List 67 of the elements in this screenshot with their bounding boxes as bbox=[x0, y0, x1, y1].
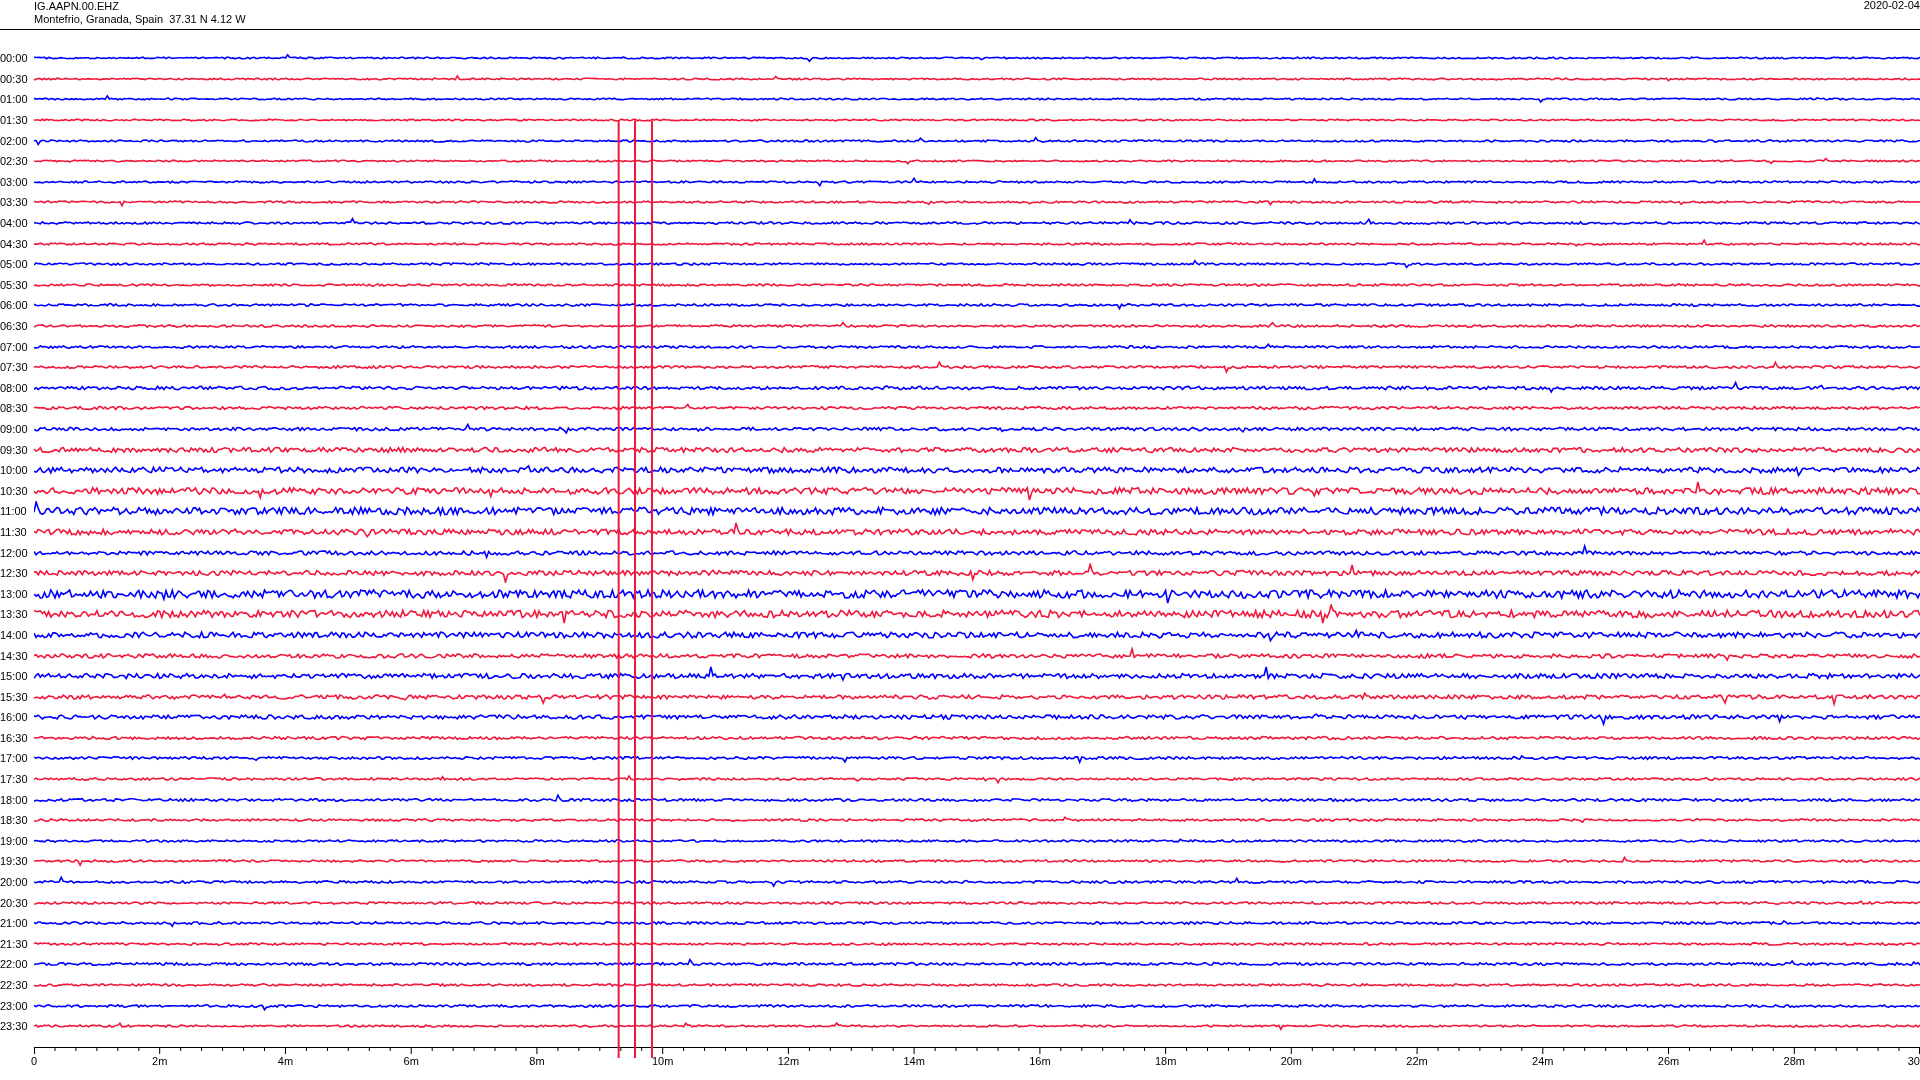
time-label: 05:00 bbox=[0, 258, 29, 271]
time-label: 08:00 bbox=[0, 381, 29, 394]
axis-tick-label: 22m bbox=[1406, 1054, 1428, 1068]
time-label: 02:00 bbox=[0, 134, 29, 147]
time-label: 14:30 bbox=[0, 649, 29, 662]
time-label: 01:30 bbox=[0, 114, 29, 127]
axis-tick-label: 16m bbox=[1029, 1054, 1051, 1068]
time-label: 03:00 bbox=[0, 175, 29, 188]
time-label: 04:30 bbox=[0, 237, 29, 250]
time-label: 22:30 bbox=[0, 979, 29, 991]
time-label: 12:00 bbox=[0, 546, 29, 559]
time-label: 07:00 bbox=[0, 340, 29, 353]
time-label: 21:30 bbox=[0, 937, 29, 950]
time-label: 20:30 bbox=[0, 896, 29, 909]
time-label: 19:30 bbox=[0, 855, 29, 868]
time-label: 15:30 bbox=[0, 690, 29, 703]
axis-tick-label: 2m bbox=[152, 1054, 168, 1068]
time-label: 10:00 bbox=[0, 464, 29, 477]
time-label: 08:30 bbox=[0, 402, 29, 415]
time-label: 23:30 bbox=[0, 1020, 29, 1033]
time-label: 13:30 bbox=[0, 608, 29, 621]
time-label: 15:00 bbox=[0, 670, 29, 683]
axis-tick-label: 8m bbox=[529, 1054, 545, 1068]
axis-tick-label: 28m bbox=[1783, 1054, 1805, 1068]
time-label: 05:30 bbox=[0, 278, 29, 291]
axis-tick-label: 18m bbox=[1154, 1054, 1177, 1068]
time-label: 00:00 bbox=[0, 52, 29, 65]
station-location: Montefrio, Granada, Spain 37.31 N 4.12 W bbox=[34, 13, 246, 26]
time-label: 01:00 bbox=[0, 93, 29, 106]
time-label: 11:00 bbox=[0, 505, 28, 518]
axis-tick-label: 12m bbox=[777, 1054, 800, 1068]
time-label: 17:00 bbox=[0, 752, 29, 765]
time-label: 16:30 bbox=[0, 731, 29, 744]
time-label: 16:00 bbox=[0, 711, 29, 724]
time-label: 17:30 bbox=[0, 773, 29, 786]
time-label: 23:00 bbox=[0, 999, 29, 1012]
time-label: 02:30 bbox=[0, 155, 29, 168]
time-label: 12:30 bbox=[0, 567, 29, 580]
time-label: 13:00 bbox=[0, 587, 29, 600]
axis-tick-label: 24m bbox=[1532, 1054, 1554, 1068]
time-label: 07:30 bbox=[0, 361, 29, 374]
time-label: 22:00 bbox=[0, 958, 29, 971]
axis-tick-label: 4m bbox=[277, 1054, 294, 1068]
time-label: 06:00 bbox=[0, 299, 29, 312]
axis-tick-label: 30 bbox=[1907, 1054, 1920, 1068]
station-code: IG.AAPN.00.EHZ bbox=[34, 0, 120, 13]
axis-tick-label: 26m bbox=[1657, 1054, 1680, 1068]
date-label: 2020-02-04 bbox=[1863, 0, 1920, 11]
time-label: 06:30 bbox=[0, 320, 29, 332]
time-label: 09:00 bbox=[0, 423, 29, 435]
axis-tick-label: 6m bbox=[403, 1054, 419, 1068]
time-label: 03:30 bbox=[0, 196, 29, 209]
axis-tick-label: 10m bbox=[651, 1054, 674, 1068]
time-label: 18:00 bbox=[0, 793, 29, 806]
time-label: 09:30 bbox=[0, 443, 29, 456]
axis-tick-label: 20m bbox=[1280, 1054, 1303, 1068]
time-label: 00:30 bbox=[0, 72, 29, 85]
time-label: 14:00 bbox=[0, 628, 29, 641]
time-label: 11:30 bbox=[0, 525, 28, 538]
time-label: 20:00 bbox=[0, 876, 29, 889]
time-label: 18:30 bbox=[0, 814, 29, 827]
axis-tick-label: 14m bbox=[903, 1054, 925, 1068]
time-label: 04:00 bbox=[0, 217, 29, 230]
time-label: 10:30 bbox=[0, 484, 29, 497]
time-label: 19:00 bbox=[0, 834, 29, 847]
axis-tick-label: 0 bbox=[31, 1054, 38, 1068]
time-label: 21:00 bbox=[0, 917, 29, 930]
